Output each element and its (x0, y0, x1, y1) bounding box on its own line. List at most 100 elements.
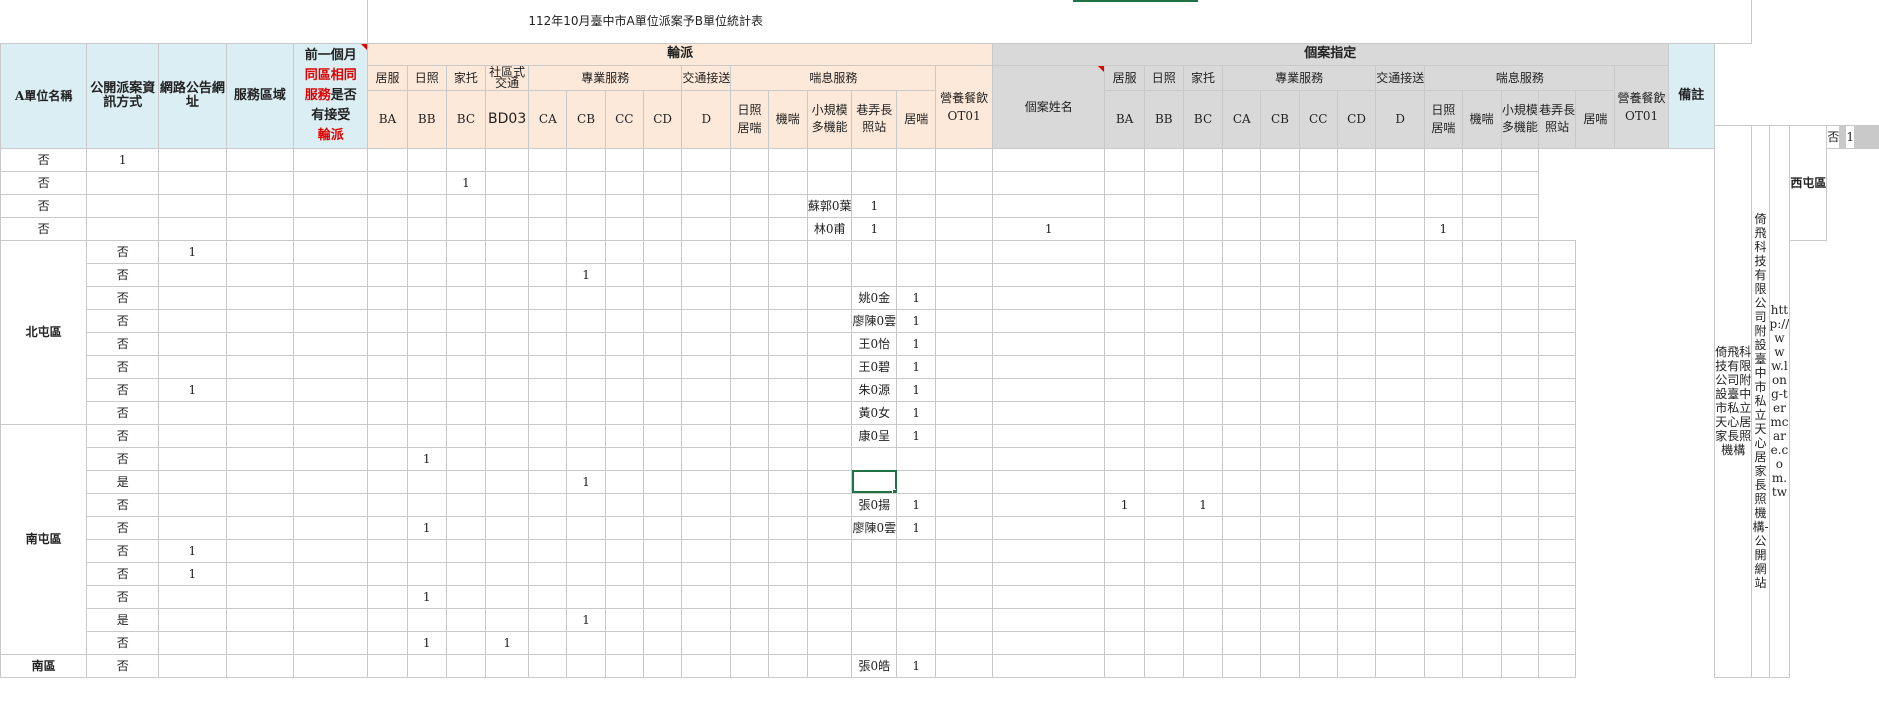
rotation-cell-cc[interactable] (485, 400, 530, 425)
remark-cell[interactable] (1500, 193, 1539, 218)
case-cell-ba[interactable]: 1 (896, 400, 937, 425)
rotation-cell-as[interactable] (730, 515, 769, 540)
rotation-cell-ca[interactable] (367, 170, 408, 195)
case-cell-hr[interactable] (1461, 653, 1502, 678)
rotation-cell-cb[interactable] (406, 216, 447, 241)
case-cell-ca[interactable] (1104, 377, 1145, 402)
rotation-cell-ba[interactable] (158, 354, 227, 379)
case-cell-cc[interactable] (1182, 239, 1224, 264)
web-url-cell[interactable]: http://www.long-termcare.com.tw (1768, 124, 1791, 678)
header-unit-name[interactable]: A單位名稱 (0, 42, 88, 149)
case-cell-dr[interactable] (1298, 607, 1338, 632)
prev-month-yes-no[interactable]: 否 (0, 170, 88, 195)
case-cell-ba[interactable] (896, 607, 937, 632)
rotation-cell-d[interactable] (566, 285, 606, 310)
rotation-cell-ir[interactable] (642, 308, 683, 333)
remark-cell[interactable] (1537, 308, 1577, 333)
case-cell-bc[interactable] (991, 400, 1106, 425)
header-community-transport[interactable]: 社區式交通 (485, 64, 530, 91)
case-cell-cb[interactable] (1143, 331, 1184, 356)
case-cell-as[interactable] (1424, 400, 1463, 425)
rotation-cell-cb[interactable] (445, 561, 487, 586)
rotation-cell-bc[interactable] (293, 446, 369, 471)
case-cell-ot[interactable] (1500, 561, 1539, 586)
case-cell-sm[interactable] (1375, 377, 1426, 402)
rotation-cell-cd[interactable] (485, 193, 530, 218)
case-cell-dr[interactable] (1298, 239, 1338, 264)
rotation-cell-ca[interactable] (406, 492, 447, 517)
rotation-cell-bd03[interactable] (367, 492, 408, 517)
prev-month-yes-no[interactable]: 否 (86, 354, 160, 379)
header-day-respite[interactable]: 日照 居喘 (730, 89, 769, 149)
case-cell-cb[interactable] (1143, 630, 1184, 655)
case-cell-hr[interactable] (1461, 285, 1502, 310)
case-cell-as[interactable] (1424, 492, 1463, 517)
case-cell-dr[interactable] (1298, 538, 1338, 563)
rotation-cell-hr[interactable] (730, 147, 769, 172)
case-cell-d[interactable] (1222, 147, 1262, 172)
rotation-cell-ba[interactable] (158, 423, 227, 448)
rotation-cell-d[interactable]: 1 (566, 607, 606, 632)
rotation-cell-ot[interactable] (806, 653, 853, 678)
case-cell-cc[interactable]: 1 (1182, 492, 1224, 517)
rotation-cell-bc[interactable] (293, 653, 369, 678)
rotation-cell-as[interactable] (730, 239, 769, 264)
case-cell-cc[interactable] (1182, 607, 1224, 632)
prev-month-yes-no[interactable]: 否 (86, 653, 160, 678)
rotation-cell-hr[interactable] (730, 216, 769, 241)
rotation-cell-ba[interactable] (158, 469, 227, 494)
rotation-cell-ot[interactable] (806, 377, 853, 402)
rotation-cell-bd03[interactable] (367, 285, 408, 310)
rotation-cell-cc[interactable] (485, 262, 530, 287)
case-cell-sm[interactable] (1375, 630, 1426, 655)
rotation-cell-bb[interactable] (225, 607, 295, 632)
case-cell-cd[interactable] (1222, 308, 1262, 333)
case-cell-hr[interactable] (1461, 469, 1502, 494)
case-cell-cb[interactable] (1143, 308, 1184, 333)
remark-cell[interactable] (1537, 515, 1577, 540)
case-cell-ba[interactable] (851, 170, 898, 195)
remark-cell[interactable] (1500, 147, 1539, 172)
code-d-case[interactable]: D (1375, 89, 1426, 149)
case-cell-cc[interactable] (1182, 262, 1224, 287)
case-cell-cb[interactable] (1104, 193, 1145, 218)
rotation-cell-bb[interactable] (225, 561, 295, 586)
case-cell-bb[interactable] (935, 653, 993, 678)
case-cell-bc[interactable] (935, 216, 993, 241)
rotation-cell-ca[interactable] (406, 538, 447, 563)
case-cell-as[interactable] (1424, 354, 1463, 379)
case-cell-ca[interactable]: 1 (991, 216, 1106, 241)
header-family-care[interactable]: 家托 (445, 64, 487, 91)
prev-month-yes-no[interactable]: 是 (86, 607, 160, 632)
case-cell-cd[interactable] (1222, 653, 1262, 678)
remark-cell[interactable] (1537, 262, 1577, 287)
rotation-cell-cb[interactable] (445, 308, 487, 333)
rotation-cell-d[interactable] (566, 561, 606, 586)
case-cell-hr[interactable] (1461, 630, 1502, 655)
code-bb-rotation[interactable]: BB (406, 89, 447, 149)
case-cell-sm[interactable] (1375, 239, 1426, 264)
rotation-cell-ba[interactable] (158, 331, 227, 356)
rotation-cell-bb[interactable] (225, 492, 295, 517)
rotation-cell-as[interactable] (730, 653, 769, 678)
rotation-cell-d[interactable] (566, 446, 606, 471)
rotation-cell-ot[interactable] (806, 607, 853, 632)
remark-cell[interactable] (1537, 423, 1577, 448)
rotation-cell-cc[interactable] (445, 193, 487, 218)
header-rotation[interactable]: 輪派 (367, 42, 993, 66)
case-cell-ca[interactable] (1104, 653, 1145, 678)
rotation-cell-ir[interactable] (642, 630, 683, 655)
rotation-cell-ot[interactable] (806, 469, 853, 494)
case-cell-cb[interactable] (1143, 262, 1184, 287)
remark-cell[interactable] (1537, 538, 1577, 563)
rotation-cell-cd[interactable] (528, 285, 568, 310)
rotation-cell-bb[interactable] (225, 538, 295, 563)
rotation-cell-d[interactable] (566, 400, 606, 425)
case-cell-d[interactable] (1260, 239, 1300, 264)
case-cell-sm[interactable] (1375, 584, 1426, 609)
case-cell-sm[interactable] (1375, 446, 1426, 471)
case-cell-as[interactable] (1424, 423, 1463, 448)
rotation-cell-ir[interactable] (642, 653, 683, 678)
rotation-cell-cd[interactable] (528, 561, 568, 586)
rotation-cell-sm[interactable] (642, 147, 683, 172)
